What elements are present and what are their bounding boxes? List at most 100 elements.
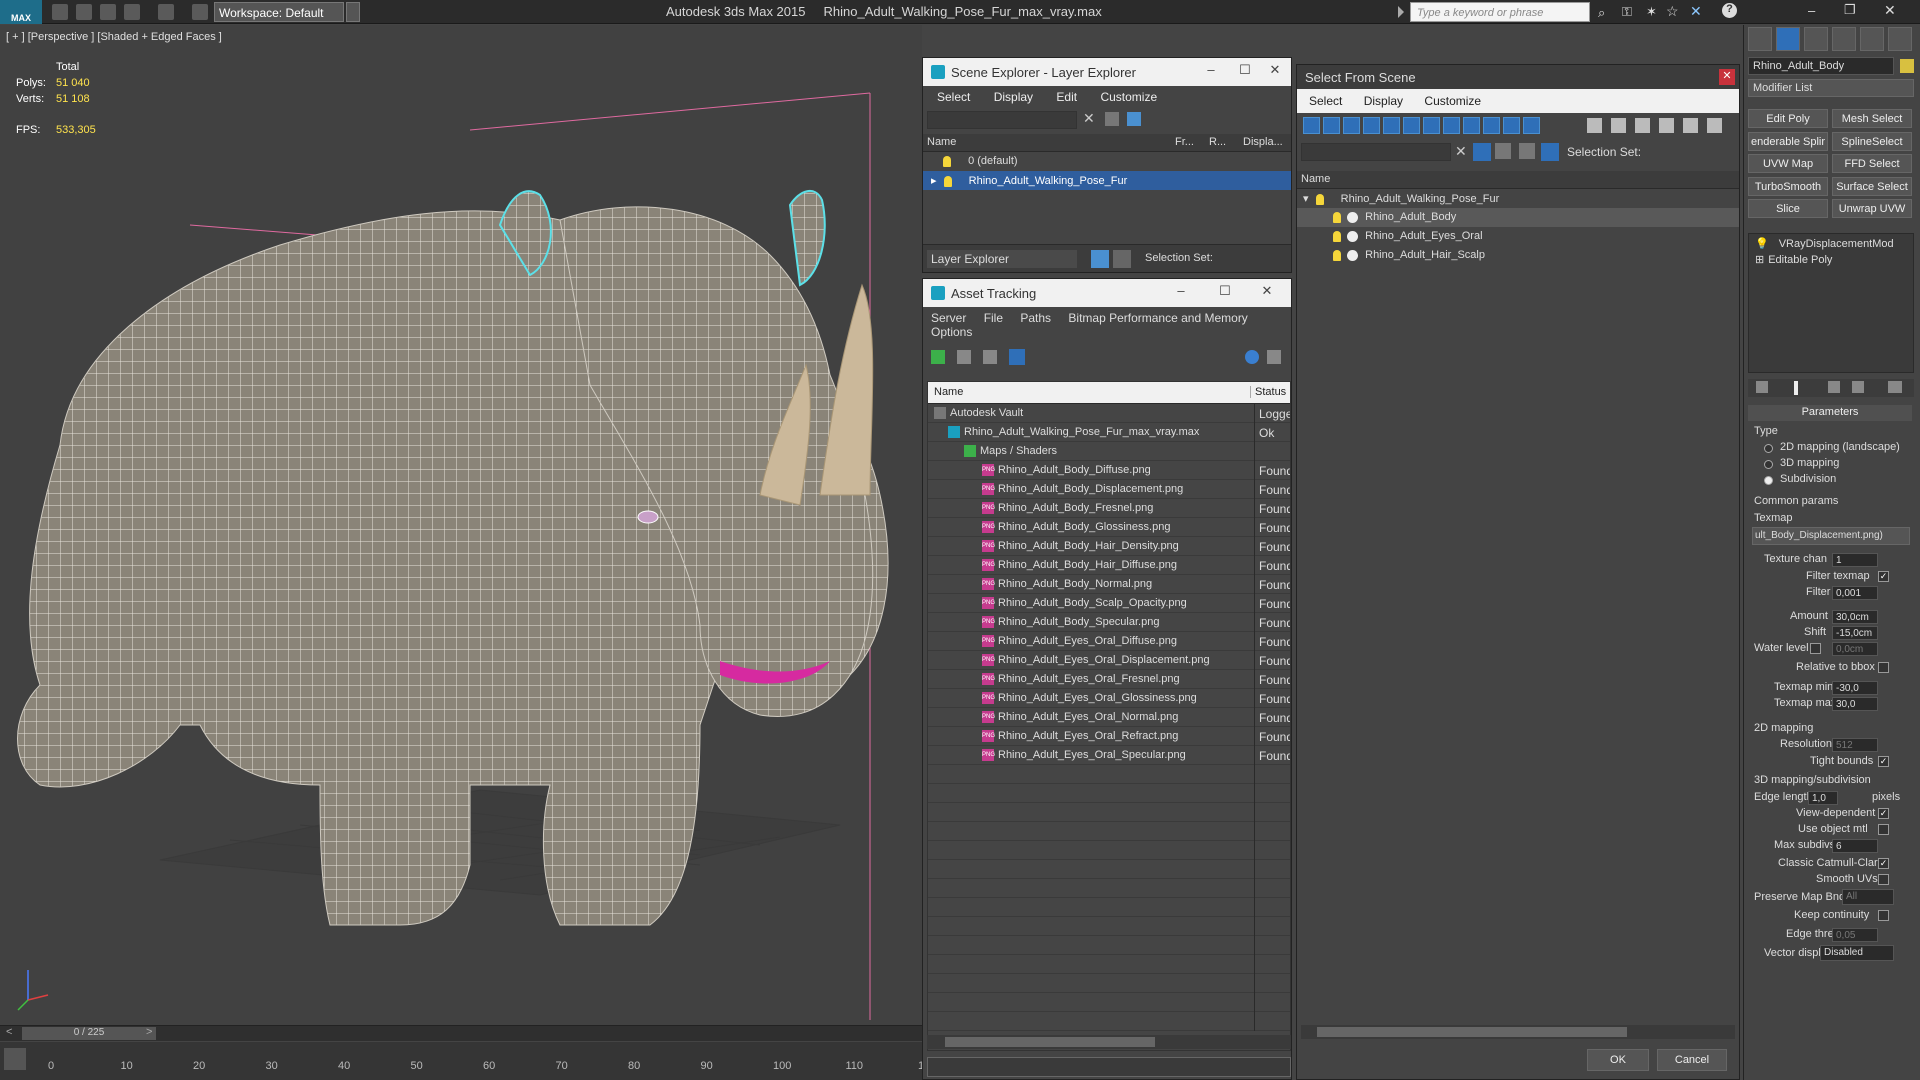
lights-filter-icon[interactable] (1343, 117, 1360, 134)
next-frame-icon[interactable]: > (146, 1026, 152, 1038)
help-icon[interactable]: ? (1722, 3, 1737, 18)
asset-row[interactable]: PNG Rhino_Adult_Body_Diffuse.png Found (928, 461, 1290, 480)
modifier-list-dropdown[interactable]: Modifier List (1748, 79, 1914, 97)
utilities-tab-icon[interactable] (1888, 27, 1912, 51)
layer-icon[interactable] (1519, 143, 1535, 159)
asset-row[interactable]: PNG Rhino_Adult_Eyes_Oral_Glossiness.png F… (928, 689, 1290, 708)
layer-icon[interactable] (1127, 112, 1141, 126)
remove-modifier-icon[interactable] (1852, 381, 1864, 393)
texture-chan-spinner[interactable]: 1 (1832, 553, 1878, 567)
maximize-icon[interactable]: ☐ (1235, 62, 1255, 80)
modifier-button-edit-poly[interactable]: Edit Poly (1748, 109, 1828, 128)
modifier-button-enderable-splir[interactable]: enderable Splir (1748, 131, 1828, 151)
select-scroll-thumb[interactable] (1317, 1027, 1627, 1037)
menu-select[interactable]: Select (937, 90, 970, 104)
hierarchy-icon[interactable] (1541, 143, 1559, 161)
bulb-icon[interactable] (1333, 249, 1341, 261)
table-view-icon[interactable] (1009, 349, 1025, 365)
col-name[interactable]: Name (927, 136, 956, 148)
project-folder-icon[interactable] (192, 4, 208, 20)
asset-row[interactable]: Maps / Shaders (928, 442, 1290, 461)
asset-row[interactable]: PNG Rhino_Adult_Body_Displacement.png Foun… (928, 480, 1290, 499)
bones-filter-icon[interactable] (1463, 117, 1480, 134)
tools-icon[interactable]: ✕ (1690, 3, 1704, 19)
modifier-button-turbosmooth[interactable]: TurboSmooth (1748, 176, 1828, 196)
asset-row[interactable]: PNG Rhino_Adult_Body_Scalp_Opacity.png Fou… (928, 594, 1290, 613)
stack-item-vray-displacement[interactable]: 💡 VRayDisplacementMod (1749, 234, 1913, 253)
menu-display[interactable]: Display (994, 90, 1033, 104)
tree-row[interactable]: Rhino_Adult_Body (1297, 208, 1739, 227)
menu-options[interactable]: Options (931, 325, 972, 339)
display-none-icon[interactable] (1611, 118, 1626, 133)
groups-filter-icon[interactable] (1423, 117, 1440, 134)
water-level-checkbox[interactable] (1810, 643, 1821, 654)
object-color-swatch[interactable] (1900, 59, 1914, 73)
open-file-icon[interactable] (76, 4, 92, 20)
asset-tracking-title-bar[interactable]: Asset Tracking – ☐ ✕ (923, 279, 1291, 307)
resolution-spinner[interactable]: 512 (1832, 738, 1878, 752)
clear-search-icon[interactable]: ✕ (1455, 143, 1467, 160)
radio-subdivision[interactable] (1764, 476, 1773, 485)
ok-button[interactable]: OK (1587, 1049, 1649, 1071)
scene-search-input[interactable] (1301, 143, 1451, 161)
asset-row[interactable]: PNG Rhino_Adult_Body_Hair_Density.png Foun… (928, 537, 1290, 556)
pin-stack-icon[interactable] (1756, 381, 1768, 393)
menu-display[interactable]: Display (1364, 94, 1403, 108)
timeline-toggle-icon[interactable] (4, 1048, 26, 1070)
menu-bitmap-performance[interactable]: Bitmap Performance and Memory (1068, 311, 1247, 325)
radio-3d-mapping[interactable] (1764, 460, 1773, 469)
help-icon[interactable] (1245, 350, 1259, 364)
close-icon[interactable]: ✕ (1257, 283, 1277, 301)
edge-thresh-spinner[interactable]: 0,05 (1832, 928, 1878, 942)
object-name-field[interactable]: Rhino_Adult_Body (1748, 57, 1894, 75)
menu-paths[interactable]: Paths (1020, 311, 1051, 325)
use-object-mtl-checkbox[interactable] (1878, 824, 1889, 835)
show-end-result-icon[interactable] (1794, 381, 1798, 395)
asset-row[interactable]: PNG Rhino_Adult_Body_Glossiness.png Found (928, 518, 1290, 537)
minimize-icon[interactable]: – (1171, 283, 1191, 301)
asset-row[interactable]: PNG Rhino_Adult_Eyes_Oral_Diffuse.png Foun… (928, 632, 1290, 651)
app-logo[interactable]: MAX (0, 0, 42, 24)
asset-row[interactable]: Autodesk Vault Logged (928, 404, 1290, 423)
col-status[interactable]: Status (1250, 386, 1286, 398)
max-subdivs-spinner[interactable]: 6 (1832, 839, 1878, 853)
texmap-min-spinner[interactable]: -30,0 (1832, 681, 1878, 695)
asset-row[interactable]: Rhino_Adult_Walking_Pose_Fur_max_vray.ma… (928, 423, 1290, 442)
tree-row[interactable]: ▾ Rhino_Adult_Walking_Pose_Fur (1297, 189, 1739, 208)
configure-sets-icon[interactable] (1888, 381, 1902, 393)
refresh-icon[interactable] (931, 350, 945, 364)
modifier-button-mesh-select[interactable]: Mesh Select (1832, 109, 1912, 128)
keep-continuity-checkbox[interactable] (1878, 910, 1889, 921)
expand-icon[interactable]: ⊞ (1755, 254, 1764, 266)
modifier-button-surface-select[interactable]: Surface Select (1832, 176, 1912, 196)
filter-texmap-checkbox[interactable]: ✓ (1878, 571, 1889, 582)
time-slider[interactable]: 0 / 225 (22, 1027, 156, 1040)
asset-hscrollbar[interactable] (927, 1035, 1291, 1049)
asset-row[interactable]: PNG Rhino_Adult_Body_Fresnel.png Found (928, 499, 1290, 518)
col-display[interactable]: Displa... (1243, 136, 1283, 148)
menu-edit[interactable]: Edit (1056, 90, 1077, 104)
relative-bbox-checkbox[interactable] (1878, 662, 1889, 673)
filter-icon[interactable] (1473, 143, 1491, 161)
preserve-map-dropdown[interactable]: All (1842, 889, 1894, 905)
modifier-button-slice[interactable]: Slice (1748, 199, 1828, 218)
close-icon[interactable]: ✕ (1884, 2, 1896, 19)
texmap-max-spinner[interactable]: 30,0 (1832, 697, 1878, 711)
shift-spinner[interactable]: -15,0cm (1832, 626, 1878, 640)
tree-view-icon[interactable] (983, 350, 997, 364)
close-icon[interactable]: ✕ (1265, 62, 1285, 80)
undo-icon[interactable] (124, 4, 140, 20)
maximize-icon[interactable]: ☐ (1215, 283, 1235, 301)
save-icon[interactable] (100, 4, 116, 20)
modifier-button-splineselect[interactable]: SplineSelect (1832, 131, 1912, 151)
layer-row[interactable]: 0 (default) (923, 152, 1291, 171)
parameters-rollout[interactable]: Parameters (1748, 405, 1912, 421)
asset-row[interactable]: PNG Rhino_Adult_Body_Specular.png Found (928, 613, 1290, 632)
modifier-button-unwrap-uvw[interactable]: Unwrap UVW (1832, 199, 1912, 218)
tree-row[interactable]: Rhino_Adult_Hair_Scalp (1297, 246, 1739, 265)
col-name[interactable]: Name (934, 386, 963, 398)
list-view-icon[interactable] (957, 350, 971, 364)
asset-row[interactable]: PNG Rhino_Adult_Body_Hair_Diffuse.png Foun… (928, 556, 1290, 575)
asset-path-field[interactable] (927, 1057, 1291, 1077)
smooth-uvs-checkbox[interactable] (1878, 874, 1889, 885)
